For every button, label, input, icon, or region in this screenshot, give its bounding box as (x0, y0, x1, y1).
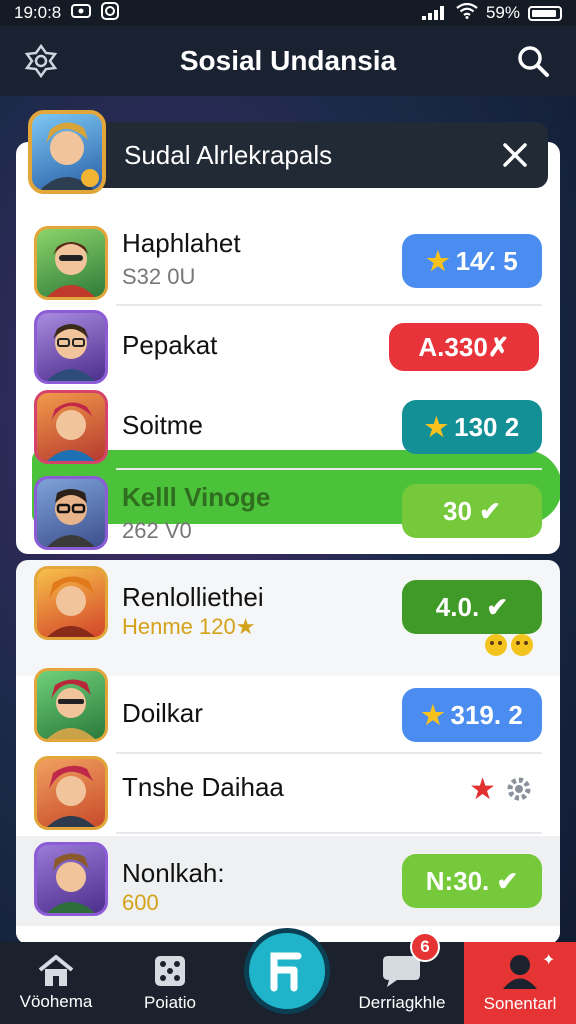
nav-label: Vöohema (19, 992, 93, 1011)
nav-label: Derriagkhle (358, 993, 446, 1012)
list-item[interactable]: Nonlkah: 600 N:30. ✔ (16, 836, 560, 926)
nav-profile[interactable]: Sonentarl (464, 942, 576, 1024)
list-item[interactable]: Soitme ★ 130 2 (16, 386, 560, 470)
score-pill[interactable]: ★ 130 2 (402, 400, 542, 454)
app-header: Sosial Undansia (0, 26, 576, 96)
avatar (34, 668, 108, 742)
player-sub: 262 V0 (122, 518, 192, 543)
favorite-star-icon[interactable]: ★ (469, 772, 496, 807)
score-value: 319. 2 (450, 699, 523, 730)
avatar (34, 756, 108, 830)
home-icon (38, 955, 74, 986)
list-item-selected[interactable]: Pepakat A.330✗ (16, 308, 560, 386)
score-pill[interactable]: ★ 319. 2 (402, 688, 542, 742)
status-bar: 19:0:8 59% (0, 0, 576, 26)
game-notification-icon (71, 3, 92, 24)
settings-icon[interactable] (22, 42, 60, 80)
status-time: 19:0:8 (14, 3, 62, 22)
battery-icon (528, 5, 562, 21)
row-divider (116, 468, 542, 470)
avatar (34, 226, 108, 300)
gear-icon[interactable] (504, 774, 534, 809)
player-name: Pepakat (122, 330, 218, 360)
fab-icon (270, 952, 302, 992)
score-value: N:30. ✔ (425, 865, 519, 896)
score-value: A.330✗ (418, 331, 510, 362)
signal-icon (421, 6, 448, 20)
score-value: 4.0. ✔ (435, 591, 509, 622)
close-icon[interactable] (498, 138, 532, 172)
player-sub: Henme 120★ (122, 614, 256, 639)
popup-title: Sudal Alrlekrapals (124, 139, 333, 170)
player-sub: S32 0U (122, 264, 196, 289)
score-value: 14⁄. 5 (455, 245, 518, 276)
battery-percent: 59% (485, 3, 520, 22)
score-value: 30 ✔ (443, 495, 501, 526)
nav-label: Sonentarl (483, 994, 557, 1013)
player-name: Renlolliethei (122, 582, 264, 612)
player-name: Tnshe Daihaa (122, 772, 284, 802)
nav-home[interactable]: Vöohema (0, 942, 112, 1024)
dice-icon (155, 956, 185, 986)
score-pill[interactable]: N:30. ✔ (402, 854, 542, 908)
player-name: Nonlkah: (122, 858, 225, 888)
center-action-button[interactable] (244, 928, 330, 1014)
avatar (34, 390, 108, 464)
friends-list-card: Haphlahet S32 0U ★ 14⁄. 5 Pepakat A.330✗… (16, 142, 560, 554)
popup-avatar (28, 110, 106, 194)
row-divider (116, 304, 542, 306)
score-pill[interactable]: 4.0. ✔ (402, 580, 542, 634)
list-item[interactable]: Haphlahet S32 0U ★ 14⁄. 5 (16, 222, 560, 306)
avatar (34, 476, 108, 550)
star-icon: ★ (424, 411, 449, 442)
nav-dice[interactable]: Poiatio (114, 942, 226, 1024)
player-sub: 600 (122, 890, 159, 915)
notification-popup[interactable]: Sudal Alrlekrapals (28, 110, 548, 194)
row-divider (116, 832, 542, 834)
notification-badge: 6 (410, 932, 440, 962)
list-item[interactable]: Renlolliethei Henme 120★ 4.0. ✔ (16, 560, 560, 676)
list-item[interactable]: Kelll Vinoge 262 V0 30 ✔ (16, 472, 560, 554)
profile-icon (503, 955, 537, 989)
score-value: 130 2 (454, 411, 520, 442)
nav-label: Poiatio (144, 993, 196, 1012)
sparkle-icon: ✦ (542, 952, 556, 969)
leaderboard-card: Renlolliethei Henme 120★ 4.0. ✔ Doilkar … (16, 560, 560, 944)
wifi-icon (456, 2, 478, 24)
avatar (34, 566, 108, 640)
avatar (34, 310, 108, 384)
app-notification-icon (101, 1, 120, 25)
avatar (34, 842, 108, 916)
list-item[interactable]: Tnshe Daihaa ★ (16, 754, 560, 834)
player-name: Soitme (122, 410, 203, 440)
score-pill[interactable]: 30 ✔ (402, 484, 542, 538)
nav-chat[interactable]: Derriagkhle (340, 942, 464, 1024)
player-name: Haphlahet (122, 228, 241, 258)
list-item[interactable]: Doilkar ★ 319. 2 (16, 668, 560, 754)
search-icon[interactable] (514, 42, 552, 80)
score-pill[interactable]: ★ 14⁄. 5 (402, 234, 542, 288)
player-name: Kelll Vinoge (122, 482, 271, 512)
star-icon: ★ (421, 699, 445, 730)
star-icon: ★ (426, 245, 450, 276)
page-title: Sosial Undansia (179, 45, 397, 76)
reaction-icons (482, 632, 538, 664)
score-pill[interactable]: A.330✗ (386, 320, 542, 374)
player-name: Doilkar (122, 698, 203, 728)
